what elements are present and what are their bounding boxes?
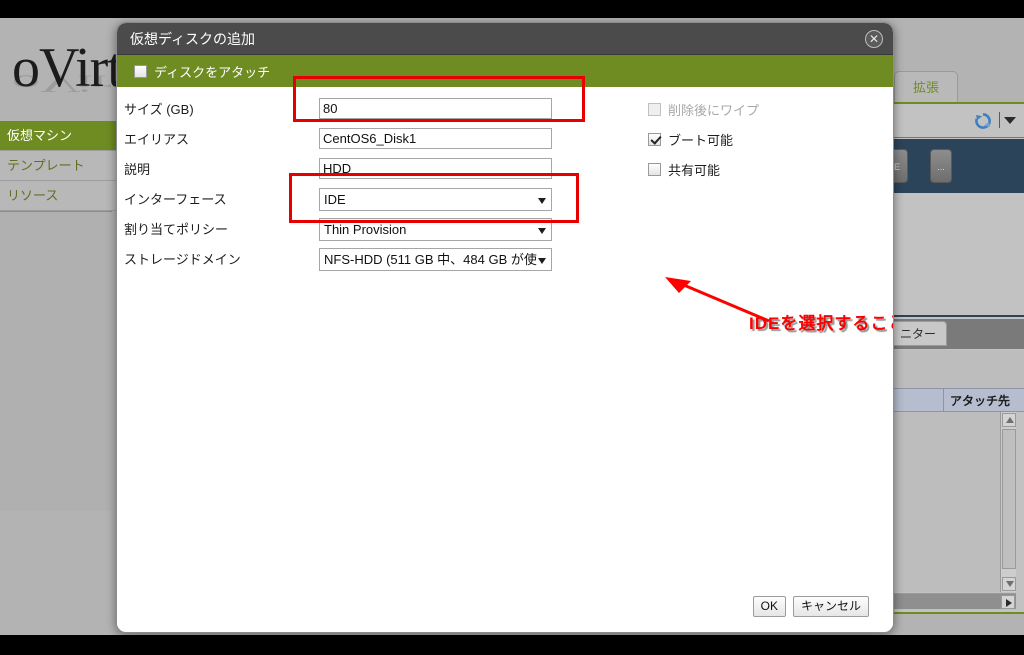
chevron-down-icon [538,258,546,264]
label-interface: インターフェース [124,192,227,207]
close-icon[interactable]: ✕ [865,30,883,48]
tab-monitor[interactable]: ニター [890,321,948,346]
ovirt-logo: oVirt [12,37,123,99]
grid-spacer [890,350,1024,388]
shareable-label: 共有可能 [668,163,721,178]
content-toolbar [890,104,1024,138]
add-virtual-disk-dialog: 仮想ディスクの追加 ✕ ディスクをアタッチ サイズ (GB) エイリアス 説明 [116,22,894,633]
tab-strip: 拡張 [880,68,1024,102]
grid-body [890,412,1012,592]
wipe-after-delete-label: 削除後にワイプ [668,103,760,118]
wipe-after-delete-row: 削除後にワイプ [648,100,759,119]
label-storage-domain: ストレージドメイン [124,252,241,267]
field-interface: IDE [319,188,552,211]
allocation-policy-select[interactable]: Thin Provision [319,218,552,241]
tab-extended[interactable]: 拡張 [894,71,959,102]
label-alias: エイリアス [124,132,190,147]
interface-select[interactable]: IDE [319,188,552,211]
sidebar-item-templates[interactable]: テンプレート [0,151,118,181]
console-button-2[interactable]: ... [930,149,952,183]
grid-header-row: アタッチ先 [890,388,1024,413]
sidebar-item-resources[interactable]: リソース [0,181,118,211]
field-row-interface: インターフェース IDE [117,185,893,215]
dialog-footer: OK キャンセル [117,589,893,627]
bootable-row: ブート可能 [648,130,733,149]
wipe-after-delete-checkbox [648,103,661,116]
field-storage-domain: NFS-HDD (511 GB 中、484 GB が使 [319,248,552,271]
label-size: サイズ (GB) [124,102,194,117]
dialog-body: サイズ (GB) エイリアス 説明 インターフェース [117,76,893,627]
chevron-down-icon [538,228,546,234]
shareable-row: 共有可能 [648,160,720,179]
chevron-down-icon [538,198,546,204]
field-row-description: 説明 [117,155,893,185]
field-description [319,158,552,179]
scroll-up-icon[interactable] [1002,413,1016,427]
attach-disk-checkbox[interactable] [134,64,147,78]
vertical-scrollbar-thumb[interactable] [1002,429,1016,569]
scroll-down-icon[interactable] [1002,577,1016,591]
field-size [319,98,552,119]
left-panel-body [0,211,112,511]
size-input[interactable] [319,98,552,119]
storage-domain-select-value: NFS-HDD (511 GB 中、484 GB が使 [324,252,537,267]
annotation-note: IDEを選択すること。 [749,314,893,333]
chevron-down-icon[interactable] [1004,117,1016,124]
toolbar-separator [999,112,1000,128]
dialog-title-bar: 仮想ディスクの追加 ✕ [117,23,893,55]
description-input[interactable] [319,158,552,179]
vm-console-panel: E ... [890,139,1024,193]
ok-button[interactable]: OK [752,596,786,617]
bootable-checkbox[interactable] [648,133,661,146]
bootable-label: ブート可能 [668,133,734,148]
cancel-button[interactable]: キャンセル [792,596,869,617]
attach-disk-label: ディスクをアタッチ [154,64,271,80]
details-subpanel [890,193,1024,317]
sidebar-item-virtual-machines[interactable]: 仮想マシン [0,121,118,151]
shareable-checkbox[interactable] [648,163,661,176]
alias-input[interactable] [319,128,552,149]
content-frame: E ... ニター アタッチ先 [888,102,1024,614]
field-allocation-policy: Thin Provision [319,218,552,241]
storage-domain-select[interactable]: NFS-HDD (511 GB 中、484 GB が使 [319,248,552,271]
field-row-alias: エイリアス [117,125,893,155]
screen: oVirt oVirt 仮想マシン テンプレート リソース 拡張 E ... ニ… [0,0,1024,655]
refresh-icon[interactable] [974,112,992,130]
field-alias [319,128,552,149]
field-row-size: サイズ (GB) [117,95,893,125]
horizontal-scrollbar[interactable] [890,593,1016,609]
label-description: 説明 [124,162,151,177]
field-row-allocation-policy: 割り当てポリシー Thin Provision [117,215,893,245]
dialog-title: 仮想ディスクの追加 [130,31,256,47]
left-navigation: 仮想マシン テンプレート リソース [0,121,118,211]
allocation-policy-select-value: Thin Provision [324,222,407,237]
grid-column-attached-to[interactable]: アタッチ先 [950,389,1010,413]
label-allocation-policy: 割り当てポリシー [124,222,229,237]
interface-select-value: IDE [324,192,346,207]
attach-disk-bar: ディスクをアタッチ [117,55,893,87]
vertical-scrollbar[interactable] [1000,412,1016,592]
field-row-storage-domain: ストレージドメイン NFS-HDD (511 GB 中、484 GB が使 [117,245,893,275]
grid-header-divider [943,389,944,413]
scroll-right-icon[interactable] [1001,595,1015,609]
